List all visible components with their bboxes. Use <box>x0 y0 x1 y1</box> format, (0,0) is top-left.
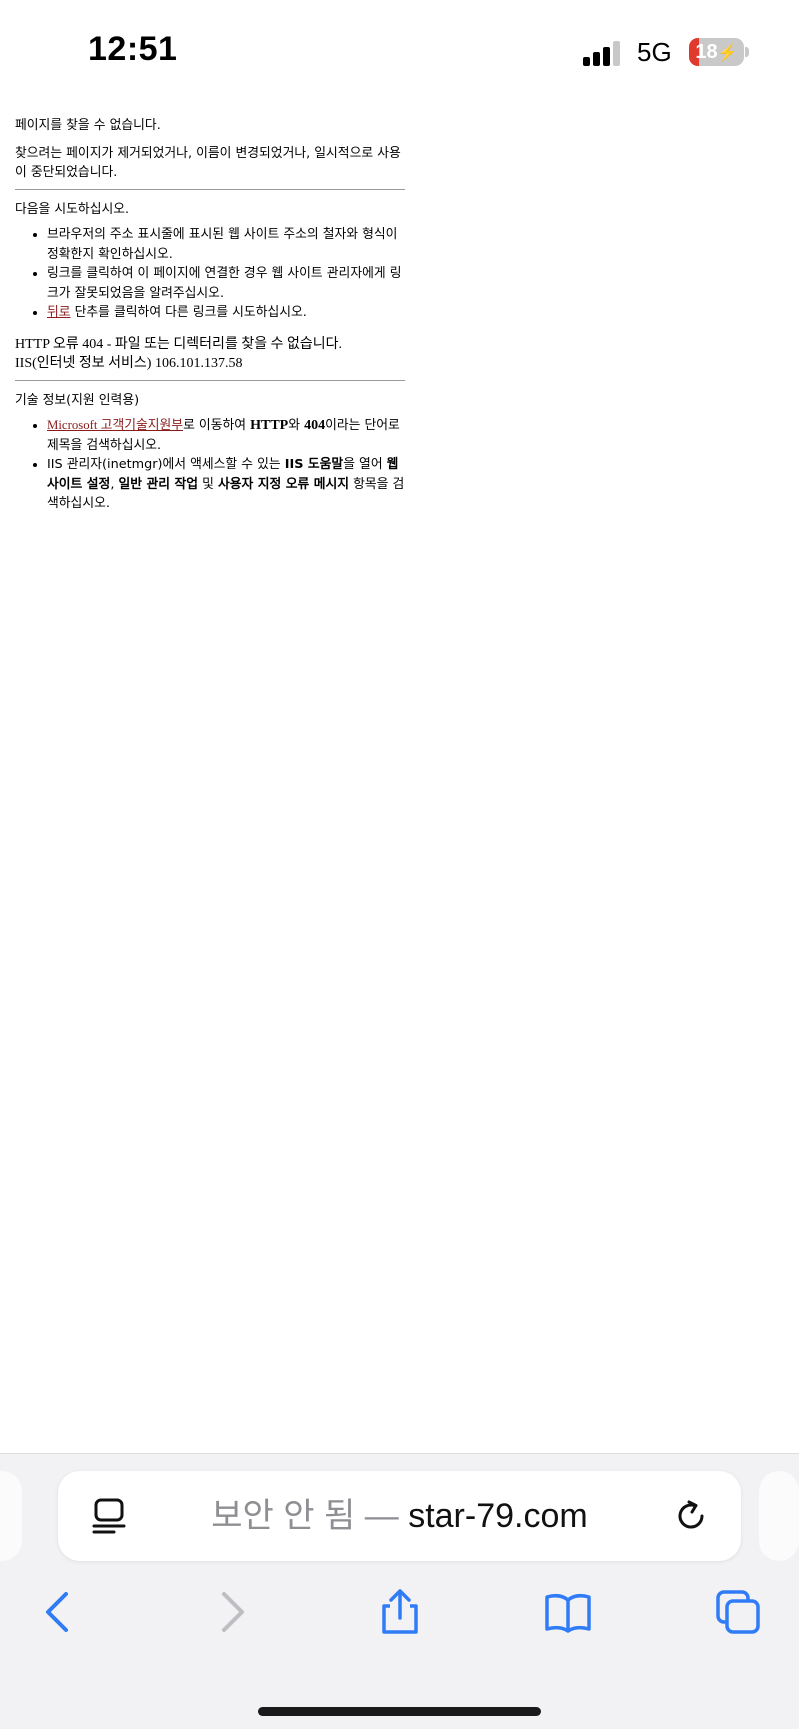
address-bar[interactable]: 보안 안 됨 — star-79.com <box>58 1471 741 1561</box>
previous-tab-card[interactable] <box>0 1471 22 1561</box>
not-secure-label: 보안 안 됨 <box>211 1497 356 1535</box>
error-page: 페이지를 찾을 수 없습니다. 찾으려는 페이지가 제거되었거나, 이름이 변경… <box>15 116 405 520</box>
back-link[interactable]: 뒤로 <box>47 305 71 319</box>
list-item: 뒤로 단추를 클릭하여 다른 링크를 시도하십시오. <box>47 303 405 323</box>
list-item: 브라우저의 주소 표시줄에 표시된 웹 사이트 주소의 철자와 형식이 정확한지… <box>47 225 405 264</box>
domain-label: star-79.com <box>408 1497 588 1535</box>
home-indicator <box>258 1707 541 1716</box>
status-bar: 12:51 5G 18⚡ <box>0 0 799 90</box>
try-list: 브라우저의 주소 표시줄에 표시된 웹 사이트 주소의 철자와 형식이 정확한지… <box>15 225 405 323</box>
divider <box>15 188 405 190</box>
list-item: IIS 관리자(inetmgr)에서 액세스할 수 있는 IIS 도움말을 열어… <box>47 455 405 514</box>
microsoft-support-link[interactable]: Microsoft 고객기술지원부 <box>47 418 183 432</box>
page-title: 페이지를 찾을 수 없습니다. <box>15 118 161 133</box>
iis-server-line: IIS(인터넷 정보 서비스) 106.101.137.58 <box>15 356 243 371</box>
bookmarks-icon[interactable] <box>544 1588 592 1636</box>
battery-cap <box>745 47 749 57</box>
back-icon[interactable] <box>34 1588 82 1636</box>
tabs-icon[interactable] <box>714 1588 762 1636</box>
next-tab-card[interactable] <box>759 1471 799 1561</box>
tech-heading: 기술 정보(지원 인력용) <box>15 392 140 408</box>
battery-icon: 18⚡ <box>689 38 744 66</box>
list-item: Microsoft 고객기술지원부로 이동하여 HTTP와 404이라는 단어로… <box>47 416 405 455</box>
cellular-signal-icon <box>583 40 625 66</box>
share-icon[interactable] <box>376 1588 424 1636</box>
battery-percent: 18⚡ <box>695 41 738 63</box>
url-label[interactable]: 보안 안 됨 — star-79.com <box>148 1471 651 1561</box>
network-type: 5G <box>637 37 672 67</box>
reload-icon[interactable] <box>674 1499 708 1533</box>
forward-icon[interactable] <box>208 1588 256 1636</box>
divider <box>15 379 405 381</box>
status-time: 12:51 <box>88 30 178 68</box>
try-heading: 다음을 시도하십시오. <box>15 201 130 217</box>
tech-list: Microsoft 고객기술지원부로 이동하여 HTTP와 404이라는 단어로… <box>15 416 405 514</box>
http-error-line: HTTP 오류 404 - 파일 또는 디렉터리를 찾을 수 없습니다. <box>15 336 342 352</box>
intro-text: 찾으려는 페이지가 제거되었거나, 이름이 변경되었거나, 일시적으로 사용이 … <box>15 145 401 181</box>
reader-icon[interactable] <box>92 1498 126 1534</box>
list-item: 링크를 클릭하여 이 페이지에 연결한 경우 웹 사이트 관리자에게 링크가 잘… <box>47 264 405 303</box>
